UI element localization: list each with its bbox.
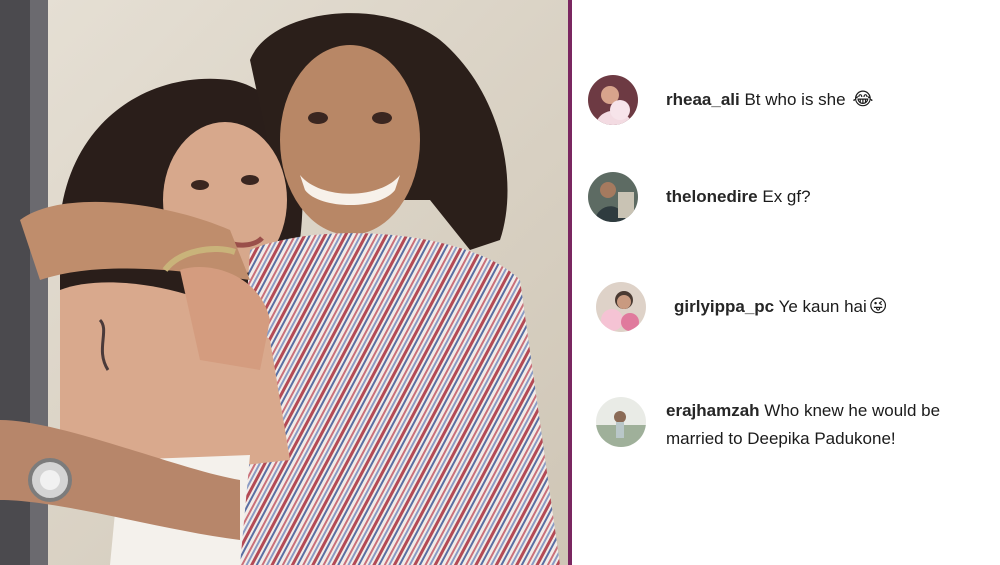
comment-body: Ex gf? (762, 187, 811, 206)
comment-text: girlyippa_pc Ye kaun hai 😜 (674, 293, 888, 321)
comment-item: girlyippa_pc Ye kaun hai 😜 (572, 282, 1000, 332)
comment-text: thelonedire Ex gf? (666, 183, 811, 211)
comment-body: Ye kaun hai (778, 297, 867, 316)
comment-item: rheaa_ali Bt who is she 😂 (572, 75, 1000, 125)
comments-panel: rheaa_ali Bt who is she 😂 thelonedire Ex… (572, 0, 1000, 565)
laughing-emoji-icon: 😂 (852, 89, 874, 110)
user-avatar-icon (596, 397, 646, 447)
comment-text: erajhamzah Who knew he would be married … (666, 397, 996, 453)
comment-body: Bt who is she (744, 90, 846, 109)
comment-username[interactable]: girlyippa_pc (674, 297, 774, 316)
screenshot-canvas: rheaa_ali Bt who is she 😂 thelonedire Ex… (0, 0, 1000, 565)
comment-text: rheaa_ali Bt who is she 😂 (666, 86, 873, 114)
comment-item: erajhamzah Who knew he would be married … (572, 395, 1000, 453)
comment-username[interactable]: rheaa_ali (666, 90, 740, 109)
comment-item: thelonedire Ex gf? (572, 172, 1000, 222)
avatar-icon[interactable] (588, 75, 638, 125)
avatar-icon[interactable] (596, 282, 646, 332)
user-avatar-icon (596, 282, 646, 332)
avatar-icon[interactable] (596, 397, 646, 447)
photo-illustration (0, 0, 568, 565)
couple-photo (0, 0, 568, 565)
comment-username[interactable]: erajhamzah (666, 401, 760, 420)
user-avatar-icon (588, 172, 638, 222)
user-avatar-icon (588, 75, 638, 125)
comment-username[interactable]: thelonedire (666, 187, 758, 206)
winking-tongue-emoji-icon: 😜 (868, 296, 888, 317)
avatar-icon[interactable] (588, 172, 638, 222)
